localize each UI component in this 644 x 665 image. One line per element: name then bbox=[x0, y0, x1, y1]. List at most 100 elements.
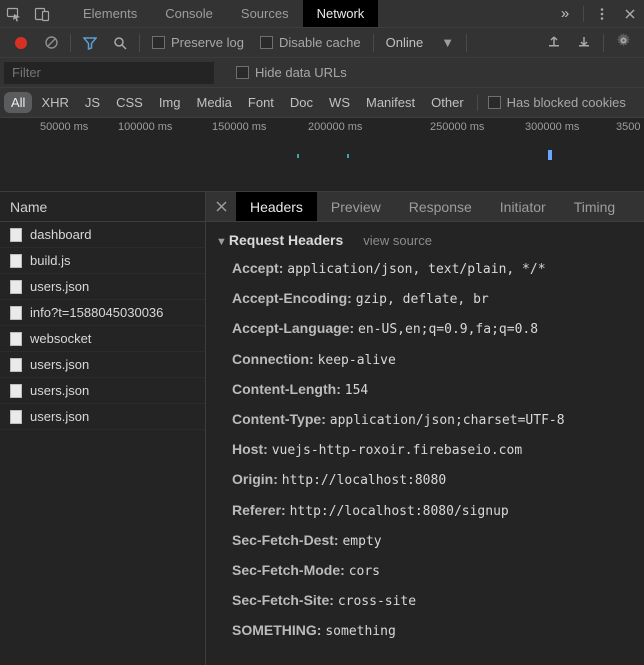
header-row: Accept-Language: en-US,en;q=0.9,fa;q=0.8 bbox=[232, 314, 634, 344]
header-name: Accept bbox=[232, 260, 279, 276]
request-detail-panel: HeadersPreviewResponseInitiatorTiming ▼R… bbox=[206, 192, 644, 665]
main-tab-sources[interactable]: Sources bbox=[227, 0, 303, 27]
filter-bar: Hide data URLs bbox=[0, 58, 644, 88]
type-filter-ws[interactable]: WS bbox=[322, 92, 357, 113]
header-name: Accept-Encoding bbox=[232, 290, 347, 306]
header-value: http://localhost:8080 bbox=[282, 473, 446, 488]
request-name: websocket bbox=[30, 331, 91, 346]
file-icon bbox=[10, 384, 22, 398]
device-toggle-icon[interactable] bbox=[28, 1, 56, 27]
header-value: vuejs-http-roxoir.firebaseio.com bbox=[272, 443, 522, 458]
disable-cache-label: Disable cache bbox=[279, 35, 361, 50]
request-row[interactable]: users.json bbox=[0, 404, 205, 430]
header-name: Sec-Fetch-Dest bbox=[232, 532, 334, 548]
type-filter-manifest[interactable]: Manifest bbox=[359, 92, 422, 113]
chevron-down-icon: ▼ bbox=[441, 35, 454, 50]
header-row: Sec-Fetch-Dest: empty bbox=[232, 526, 634, 556]
record-button[interactable] bbox=[6, 30, 36, 56]
blocked-cookies-checkbox[interactable]: Has blocked cookies bbox=[488, 95, 626, 110]
timeline-overview[interactable]: 50000 ms100000 ms150000 ms200000 ms25000… bbox=[0, 118, 644, 192]
main-tab-network[interactable]: Network bbox=[303, 0, 379, 27]
file-icon bbox=[10, 358, 22, 372]
header-value: 154 bbox=[345, 383, 368, 398]
request-name: dashboard bbox=[30, 227, 91, 242]
header-row: Sec-Fetch-Mode: cors bbox=[232, 556, 634, 586]
request-row[interactable]: users.json bbox=[0, 274, 205, 300]
header-row: Origin: http://localhost:8080 bbox=[232, 465, 634, 495]
header-row: SOMETHING: something bbox=[232, 616, 634, 646]
request-list-header[interactable]: Name bbox=[0, 192, 205, 222]
timeline-tick: 50000 ms bbox=[40, 121, 88, 133]
header-name: Sec-Fetch-Mode bbox=[232, 562, 340, 578]
type-filter-other[interactable]: Other bbox=[424, 92, 471, 113]
upload-har-icon[interactable] bbox=[539, 28, 569, 54]
preserve-log-checkbox[interactable]: Preserve log bbox=[152, 35, 244, 50]
hide-data-urls-checkbox[interactable]: Hide data URLs bbox=[236, 65, 347, 80]
detail-tab-headers[interactable]: Headers bbox=[236, 192, 317, 221]
file-icon bbox=[10, 228, 22, 242]
section-title: Request Headers bbox=[229, 232, 343, 248]
main-tab-console[interactable]: Console bbox=[151, 0, 227, 27]
detail-tab-timing[interactable]: Timing bbox=[560, 192, 630, 221]
main-tab-elements[interactable]: Elements bbox=[69, 0, 151, 27]
download-har-icon[interactable] bbox=[569, 28, 599, 54]
header-value: http://localhost:8080/signup bbox=[290, 504, 509, 519]
header-row: Connection: keep-alive bbox=[232, 345, 634, 375]
request-row[interactable]: users.json bbox=[0, 352, 205, 378]
header-row: Accept-Encoding: gzip, deflate, br bbox=[232, 284, 634, 314]
devtools-menu-icon[interactable] bbox=[588, 1, 616, 27]
close-detail-icon[interactable] bbox=[206, 192, 236, 221]
header-value: cors bbox=[349, 564, 380, 579]
timeline-marker bbox=[347, 154, 349, 158]
type-filter-css[interactable]: CSS bbox=[109, 92, 150, 113]
clear-icon[interactable] bbox=[36, 30, 66, 56]
request-row[interactable]: dashboard bbox=[0, 222, 205, 248]
request-name: build.js bbox=[30, 253, 70, 268]
request-row[interactable]: websocket bbox=[0, 326, 205, 352]
request-row[interactable]: users.json bbox=[0, 378, 205, 404]
type-filter-doc[interactable]: Doc bbox=[283, 92, 320, 113]
header-name: Origin bbox=[232, 471, 273, 487]
more-tabs-icon[interactable]: » bbox=[551, 1, 579, 27]
header-row: Sec-Fetch-Site: cross-site bbox=[232, 586, 634, 616]
header-row: Content-Type: application/json;charset=U… bbox=[232, 405, 634, 435]
settings-gear-icon[interactable] bbox=[608, 28, 638, 54]
type-filter-js[interactable]: JS bbox=[78, 92, 107, 113]
inspect-icon[interactable] bbox=[0, 1, 28, 27]
request-list-panel: Name dashboard build.js users.json info?t=1… bbox=[0, 192, 206, 665]
view-source-link[interactable]: view source bbox=[363, 233, 432, 248]
request-name: users.json bbox=[30, 279, 89, 294]
search-icon[interactable] bbox=[105, 30, 135, 56]
type-filter-all[interactable]: All bbox=[4, 92, 32, 113]
request-name: users.json bbox=[30, 357, 89, 372]
header-name: Host bbox=[232, 441, 263, 457]
disable-cache-checkbox[interactable]: Disable cache bbox=[260, 35, 361, 50]
header-value: something bbox=[325, 624, 395, 639]
timeline-tick: 100000 ms bbox=[118, 121, 172, 133]
file-icon bbox=[10, 410, 22, 424]
file-icon bbox=[10, 254, 22, 268]
timeline-marker bbox=[297, 154, 299, 158]
request-name: users.json bbox=[30, 383, 89, 398]
close-devtools-icon[interactable] bbox=[616, 1, 644, 27]
timeline-tick: 200000 ms bbox=[308, 121, 362, 133]
throttling-select[interactable]: Online ▼ bbox=[386, 35, 454, 50]
filter-icon[interactable] bbox=[75, 30, 105, 56]
timeline-marker bbox=[548, 150, 552, 160]
timeline-tick: 3500 bbox=[616, 121, 640, 133]
type-filter-img[interactable]: Img bbox=[152, 92, 188, 113]
detail-tab-response[interactable]: Response bbox=[395, 192, 486, 221]
header-value: empty bbox=[342, 534, 381, 549]
header-value: cross-site bbox=[338, 594, 416, 609]
header-name: SOMETHING bbox=[232, 622, 317, 638]
filter-input[interactable] bbox=[4, 62, 214, 84]
section-toggle[interactable]: ▼Request Headers bbox=[216, 232, 343, 248]
request-row[interactable]: build.js bbox=[0, 248, 205, 274]
detail-tab-initiator[interactable]: Initiator bbox=[486, 192, 560, 221]
header-value: en-US,en;q=0.9,fa;q=0.8 bbox=[358, 322, 538, 337]
type-filter-media[interactable]: Media bbox=[189, 92, 238, 113]
type-filter-xhr[interactable]: XHR bbox=[34, 92, 75, 113]
request-row[interactable]: info?t=1588045030036 bbox=[0, 300, 205, 326]
type-filter-font[interactable]: Font bbox=[241, 92, 281, 113]
detail-tab-preview[interactable]: Preview bbox=[317, 192, 395, 221]
